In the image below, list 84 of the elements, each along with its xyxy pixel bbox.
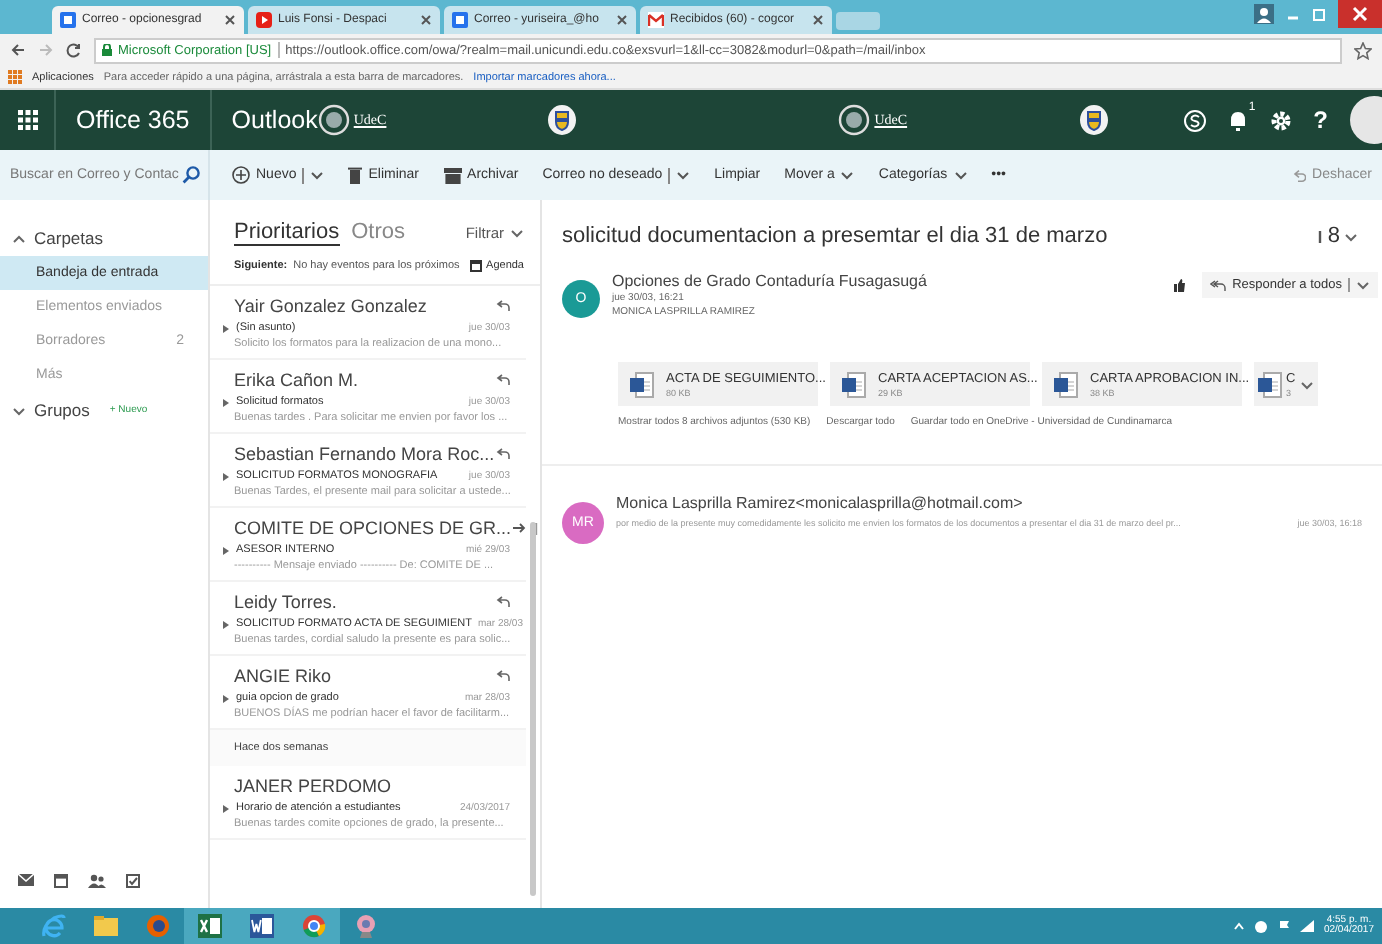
folders-header[interactable]: Carpetas (0, 200, 208, 256)
expand-arrow-icon[interactable] (222, 619, 230, 629)
document-icon (630, 371, 654, 397)
apps-grid-icon (8, 70, 22, 84)
lock-icon (102, 44, 112, 56)
document-icon (1258, 371, 1282, 397)
bookmark-star-icon[interactable] (1354, 41, 1372, 59)
conversation-subject: solicitud documentacion a presemtar el dia 31 de marzo (562, 224, 1108, 248)
skype-icon[interactable] (1183, 109, 1206, 131)
caret-icon (1356, 280, 1370, 290)
back-icon[interactable] (10, 42, 26, 58)
taskbar-app-button[interactable] (288, 908, 340, 944)
caret-icon (310, 170, 325, 180)
page-icon (452, 12, 468, 28)
caret-icon[interactable] (1300, 379, 1314, 389)
page-icon (256, 12, 272, 28)
expand-arrow-icon[interactable] (222, 803, 230, 813)
reply-icon (496, 300, 510, 312)
taskbar-app-button[interactable] (184, 908, 236, 944)
attachment-count[interactable]: 8 (1315, 224, 1358, 248)
inbox-tab[interactable]: Prioritarios (234, 220, 340, 246)
page-icon (60, 12, 76, 28)
reload-icon[interactable] (66, 42, 82, 58)
chevron-icon (12, 405, 26, 415)
calendar-icon[interactable] (54, 874, 68, 888)
reply-icon (496, 374, 510, 386)
caret-icon (840, 170, 855, 180)
archive-icon (443, 167, 462, 183)
word-app-icon (250, 914, 274, 938)
settings-icon[interactable] (1269, 109, 1292, 131)
like-icon[interactable] (1172, 278, 1187, 292)
folder-icon (94, 914, 118, 938)
inbox-tab[interactable]: Otros (351, 220, 405, 244)
document-icon (842, 371, 866, 397)
close-icon[interactable] (616, 14, 628, 26)
expand-arrow-icon[interactable] (222, 397, 230, 407)
tray-status-icon[interactable] (1253, 919, 1268, 933)
caret-icon (953, 170, 968, 180)
plus-circle-icon (232, 166, 250, 184)
expand-arrow-icon[interactable] (222, 545, 230, 555)
close-icon[interactable] (1338, 0, 1382, 28)
spreadsheet-app-icon (198, 914, 222, 938)
mail-icon[interactable] (18, 874, 34, 886)
calendar-icon (470, 260, 483, 272)
help-button[interactable]: ? (1313, 106, 1328, 134)
flag-icon[interactable] (1277, 919, 1290, 933)
reply-all-icon (1210, 279, 1227, 291)
trash-icon (348, 166, 363, 184)
waffle-icon (17, 110, 37, 130)
firefox-icon (146, 914, 170, 938)
browser-icon (42, 914, 66, 938)
search-icon[interactable] (182, 166, 200, 184)
sender-name: Opciones de Grado Contaduría Fusagasugá (612, 272, 929, 290)
scrollbar[interactable] (530, 522, 536, 896)
undo-icon (1292, 168, 1307, 182)
caret-icon (676, 170, 691, 180)
close-icon[interactable] (224, 14, 236, 26)
expand-arrow-icon[interactable] (222, 471, 230, 481)
forward-icon (511, 522, 526, 534)
document-icon (1054, 371, 1078, 397)
people-icon[interactable] (88, 874, 106, 888)
expand-arrow-icon[interactable] (222, 323, 230, 333)
sender-name: Monica Lasprilla Ramirez<monicalasprilla@hotmail.com> (616, 494, 1025, 512)
shield-icon (1077, 104, 1110, 136)
caret-icon (510, 228, 524, 238)
chrome-icon (302, 914, 326, 938)
caret-icon (1344, 231, 1358, 241)
reply-icon (496, 670, 510, 682)
close-icon[interactable] (812, 14, 824, 26)
signal-icon[interactable] (1299, 920, 1314, 932)
app-icon (354, 914, 378, 938)
reply-icon (496, 448, 510, 460)
seal-icon (838, 104, 871, 136)
reply-icon (496, 596, 510, 608)
shield-icon (546, 104, 579, 136)
user-icon[interactable] (1254, 4, 1274, 24)
checklist-icon[interactable] (126, 874, 140, 888)
expand-arrow-icon[interactable] (222, 693, 230, 703)
seal-icon (317, 104, 350, 136)
close-icon[interactable] (420, 14, 432, 26)
app-title[interactable]: Outlook (211, 106, 318, 134)
chevron-icon (12, 233, 26, 243)
bell-icon (1227, 109, 1248, 131)
page-icon (648, 12, 664, 28)
